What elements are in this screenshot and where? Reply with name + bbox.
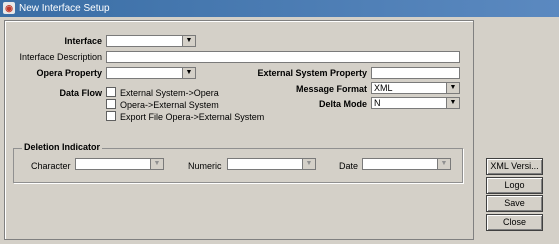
- down-arrow-icon[interactable]: ▼: [182, 36, 195, 46]
- message-format-label: Message Format: [295, 84, 367, 94]
- opera-property-label: Opera Property: [36, 68, 102, 78]
- delta-mode-value: N: [374, 98, 381, 108]
- data-flow-label: Data Flow: [59, 88, 102, 98]
- opera-property-dropdown[interactable]: ▼: [106, 67, 196, 79]
- down-arrow-icon[interactable]: ▼: [446, 83, 459, 93]
- deletion-indicator-title: Deletion Indicator: [22, 142, 103, 153]
- external-system-property-label: External System Property: [257, 68, 367, 78]
- down-arrow-icon[interactable]: ▼: [182, 68, 195, 78]
- delta-mode-label: Delta Mode: [318, 99, 367, 109]
- message-format-dropdown[interactable]: XML ▼: [371, 82, 460, 94]
- logo-button[interactable]: Logo: [486, 177, 543, 194]
- message-format-value: XML: [374, 83, 393, 93]
- down-arrow-icon[interactable]: ▼: [150, 159, 163, 169]
- delta-mode-dropdown[interactable]: N ▼: [371, 97, 460, 109]
- data-flow-checkbox-ext-to-opera[interactable]: [106, 87, 116, 97]
- date-label: Date: [339, 161, 359, 171]
- numeric-label: Numeric: [188, 161, 222, 171]
- character-dropdown[interactable]: ▼: [75, 158, 164, 170]
- down-arrow-icon[interactable]: ▼: [437, 159, 450, 169]
- character-label: Character: [31, 161, 71, 171]
- external-system-property-field[interactable]: [371, 67, 460, 79]
- down-arrow-icon[interactable]: ▼: [446, 98, 459, 108]
- data-flow-option-label: External System->Opera: [120, 88, 219, 98]
- data-flow-checkbox-opera-to-ext[interactable]: [106, 99, 116, 109]
- date-dropdown[interactable]: ▼: [362, 158, 451, 170]
- numeric-dropdown[interactable]: ▼: [227, 158, 316, 170]
- window-title: New Interface Setup: [19, 3, 110, 14]
- close-button[interactable]: Close: [486, 214, 543, 231]
- interface-label: Interface: [64, 36, 102, 46]
- down-arrow-icon[interactable]: ▼: [302, 159, 315, 169]
- data-flow-option-label: Export File Opera->External System: [120, 112, 265, 122]
- data-flow-checkbox-export-file[interactable]: [106, 111, 116, 121]
- data-flow-option-label: Opera->External System: [120, 100, 219, 110]
- interface-dropdown[interactable]: ▼: [106, 35, 196, 47]
- interface-description-label: Interface Description: [19, 52, 102, 62]
- save-button[interactable]: Save: [486, 195, 543, 212]
- xml-version-button[interactable]: XML Versi...: [486, 158, 543, 175]
- title-bar: ◉ New Interface Setup: [0, 0, 559, 17]
- app-icon: ◉: [3, 2, 15, 14]
- interface-description-field[interactable]: [106, 51, 460, 63]
